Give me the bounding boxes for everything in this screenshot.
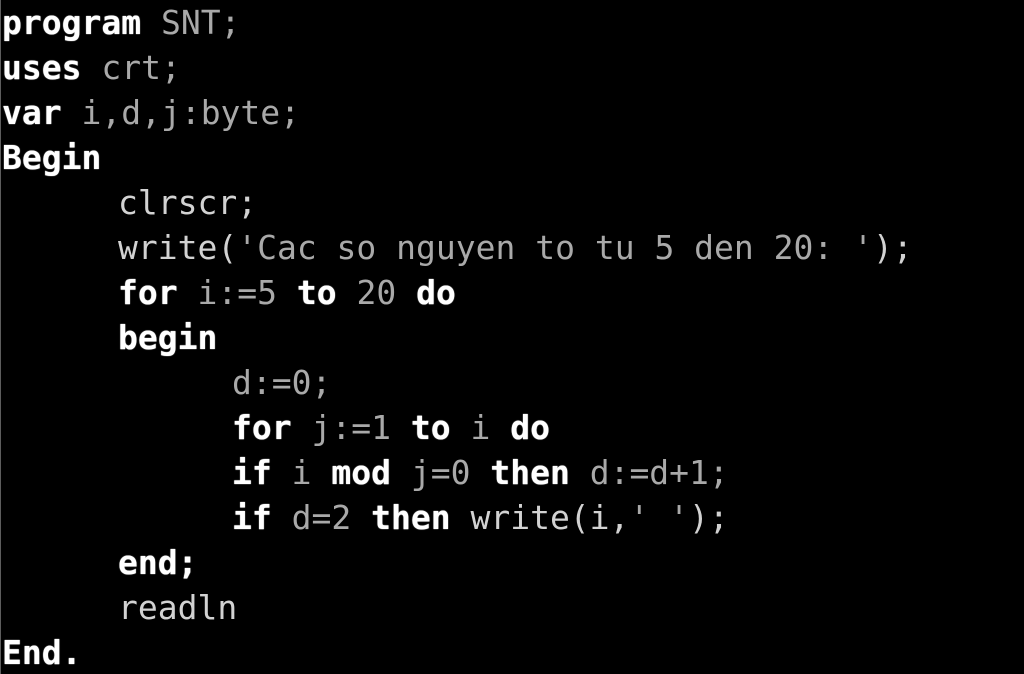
code-token: do <box>416 273 456 312</box>
code-line[interactable]: clrscr; <box>0 180 1024 225</box>
code-line[interactable]: end; <box>0 540 1024 585</box>
code-token: 20 <box>356 273 397 312</box>
code-token: i <box>470 408 491 447</box>
code-line[interactable]: write('Cac so nguyen to tu 5 den 20: '); <box>0 225 1024 270</box>
code-token: 'Cac so nguyen to tu 5 den 20: ' <box>237 228 873 267</box>
code-token: i,d,j:byte; <box>81 93 301 132</box>
code-line[interactable]: Begin <box>0 135 1024 180</box>
code-line[interactable]: var i,d,j:byte; <box>0 90 1024 135</box>
code-token: Begin <box>2 138 102 177</box>
code-line[interactable]: uses crt; <box>0 45 1024 90</box>
code-line[interactable]: for j:=1 to i do <box>0 405 1024 450</box>
code-token: i <box>291 453 312 492</box>
code-token: j:=1 <box>311 408 391 447</box>
code-token: j=0 <box>410 453 471 492</box>
code-token: end; <box>118 543 198 582</box>
code-token: readln <box>118 588 238 627</box>
code-token: End. <box>2 633 82 672</box>
code-token: clrscr; <box>118 183 258 222</box>
code-token: d:=0; <box>232 363 332 402</box>
code-line[interactable]: if d=2 then write(i,' '); <box>0 495 1024 540</box>
code-token: to <box>410 408 451 447</box>
code-line[interactable]: End. <box>0 630 1024 674</box>
code-token: d:=d+1; <box>589 453 729 492</box>
code-line[interactable]: begin <box>0 315 1024 360</box>
code-line[interactable]: if i mod j=0 then d:=d+1; <box>0 450 1024 495</box>
code-token: then <box>371 498 451 537</box>
code-token: write( <box>118 228 238 267</box>
code-token: i:=5 <box>197 273 277 312</box>
code-token: for <box>118 273 178 312</box>
source-code-listing[interactable]: program SNT; uses crt; var i,d,j:byte; Begi… <box>0 0 1024 674</box>
code-token: do <box>510 408 550 447</box>
code-token: for <box>232 408 292 447</box>
code-token: write(i, <box>470 498 630 537</box>
code-token: mod <box>331 453 391 492</box>
code-token: if <box>232 453 272 492</box>
code-token: ); <box>872 228 913 267</box>
code-token: if <box>232 498 272 537</box>
code-token: begin <box>118 318 218 357</box>
code-token: SNT; <box>160 3 241 42</box>
code-token: crt; <box>101 48 181 87</box>
code-token: to <box>296 273 337 312</box>
code-line[interactable]: program SNT; <box>0 0 1024 45</box>
code-token: program <box>2 3 142 42</box>
code-token: ); <box>689 498 729 537</box>
code-line[interactable]: for i:=5 to 20 do <box>0 270 1024 315</box>
code-token: var <box>2 93 62 132</box>
code-line[interactable]: d:=0; <box>0 360 1024 405</box>
code-token: ' ' <box>629 498 690 537</box>
code-token: d=2 <box>291 498 352 537</box>
code-token: then <box>490 453 570 492</box>
code-token: uses <box>2 48 82 87</box>
code-line[interactable]: readln <box>0 585 1024 630</box>
console-screen: program SNT; uses crt; var i,d,j:byte; Begi… <box>0 0 1024 674</box>
